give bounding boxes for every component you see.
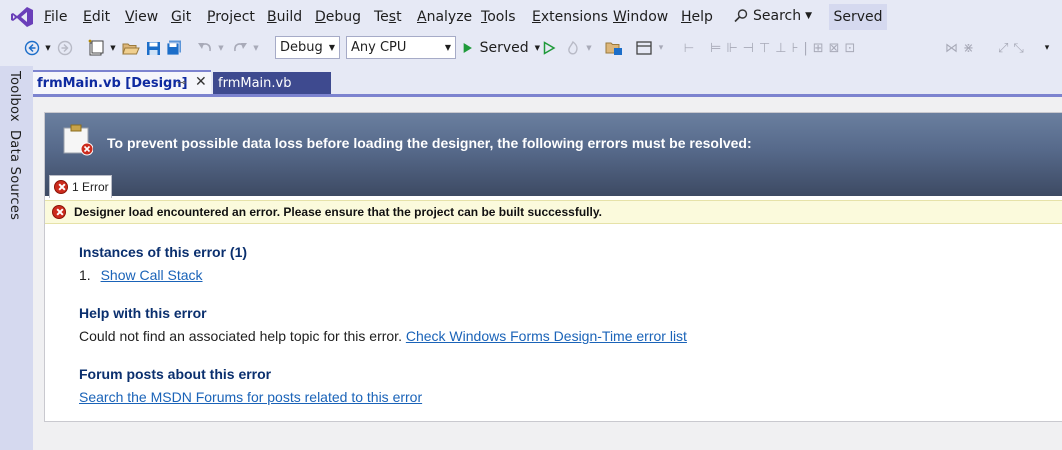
forum-row: Search the MSDN Forums for posts related… (79, 389, 422, 405)
menu-debug[interactable]: Debug (315, 9, 361, 25)
hot-reload-button[interactable] (563, 38, 583, 58)
error-header-title: To prevent possible data loss before loa… (107, 135, 752, 151)
standard-toolbar: ▼ ▼ ▼ ▼ Debug ▼ Any CPU ▼ Served ▼ ▼ ▾ ⊢… (0, 34, 1062, 62)
help-title: Help with this error (79, 305, 207, 321)
help-text: Could not find an associated help topic … (79, 328, 402, 344)
spacing-icons: ⋈⋇ (945, 40, 979, 56)
menu-bar: File Edit View Git Project Build Debug T… (0, 0, 1062, 34)
browse-folder-icon (605, 42, 622, 55)
menu-build[interactable]: Build (267, 9, 302, 25)
menu-extensions[interactable]: Extensions (532, 9, 608, 25)
menu-help[interactable]: Help (681, 9, 713, 25)
platform-value: Any CPU (351, 40, 407, 55)
chevron-down-icon: ▼ (444, 43, 451, 52)
browse-button[interactable] (603, 38, 625, 58)
error-icon (54, 180, 68, 194)
save-icon (146, 41, 160, 55)
pin-icon[interactable]: ⊸ (177, 76, 186, 89)
error-header: To prevent possible data loss before loa… (45, 113, 1062, 198)
new-project-dropdown-icon[interactable]: ▼ (108, 38, 118, 58)
designer-surface: To prevent possible data loss before loa… (33, 97, 1062, 450)
layout-button[interactable] (632, 38, 656, 58)
tool-window-strip: Toolbox Data Sources (0, 66, 33, 450)
chevron-down-icon: ▼ (328, 43, 335, 52)
new-project-icon (88, 39, 104, 56)
solution-platform-select[interactable]: Any CPU ▼ (346, 36, 456, 59)
tab-title: frmMain.vb [Design] (37, 76, 188, 91)
search-icon (734, 9, 748, 23)
window-layout-icon (636, 41, 652, 55)
back-icon (24, 40, 40, 56)
redo-button[interactable] (230, 38, 250, 58)
start-without-debugging-icon (543, 41, 556, 55)
tab-frmmain-design[interactable]: frmMain.vb [Design] ⊸ ✕ (33, 70, 211, 95)
document-tab-bar: frmMain.vb [Design] ⊸ ✕ frmMain.vb (33, 70, 1062, 95)
start-project-label: Served (479, 40, 529, 56)
data-sources-tab[interactable]: Data Sources (7, 130, 22, 220)
back-button[interactable] (22, 38, 42, 58)
menu-edit[interactable]: Edit (83, 9, 110, 25)
menu-window[interactable]: Window (613, 9, 668, 25)
tab-frmmain-code[interactable]: frmMain.vb (213, 72, 331, 95)
instances-title: Instances of this error (1) (79, 244, 248, 260)
chevron-down-icon: ▼ (805, 11, 813, 21)
redo-dropdown-icon[interactable]: ▼ (251, 38, 261, 58)
forward-button[interactable] (56, 38, 74, 58)
toolbox-tab[interactable]: Toolbox (7, 71, 22, 122)
redo-icon (234, 43, 247, 52)
align-grid-icon: ⊢ (683, 41, 695, 55)
undo-icon (198, 43, 211, 52)
menu-git[interactable]: Git (171, 9, 191, 25)
save-all-icon (166, 40, 181, 56)
back-dropdown-icon[interactable]: ▼ (43, 38, 53, 58)
error-count-tab[interactable]: 1 Error (49, 175, 112, 198)
error-message-bar: Designer load encountered an error. Plea… (45, 200, 1062, 224)
error-count-label: 1 Error (72, 180, 109, 194)
start-icon (463, 43, 472, 53)
design-time-error-list-link[interactable]: Check Windows Forms Design-Time error li… (406, 328, 687, 344)
start-debugging-button[interactable]: Served ▼ (462, 38, 540, 58)
forum-title: Forum posts about this error (79, 366, 272, 382)
close-icon[interactable]: ✕ (195, 74, 207, 90)
menu-project[interactable]: Project (207, 9, 255, 25)
new-project-button[interactable] (86, 38, 106, 58)
undo-dropdown-icon[interactable]: ▼ (216, 38, 226, 58)
instance-number: 1. (79, 267, 91, 283)
search-button[interactable]: Search ▼ (733, 4, 813, 28)
error-icon (52, 205, 66, 219)
solution-configuration-select[interactable]: Debug ▼ (275, 36, 340, 59)
configuration-value: Debug (280, 40, 323, 55)
visual-studio-logo-icon (11, 7, 33, 27)
menu-test[interactable]: Test (374, 9, 402, 25)
resize-icons: ⤢⤡ (998, 40, 1029, 56)
help-row: Could not find an associated help topic … (79, 328, 687, 344)
show-call-stack-link[interactable]: Show Call Stack (101, 267, 203, 283)
start-without-debugging-button[interactable] (540, 38, 558, 58)
menu-analyze[interactable]: Analyze (417, 9, 472, 25)
error-message: Designer load encountered an error. Plea… (74, 205, 602, 219)
search-label: Search (753, 8, 802, 24)
save-all-button[interactable] (165, 38, 183, 58)
open-button[interactable] (121, 38, 141, 58)
overflow-icon[interactable]: ▾ (656, 38, 666, 58)
hot-reload-icon (568, 40, 578, 55)
open-folder-icon (122, 43, 140, 55)
forward-icon (57, 40, 73, 56)
toolbar-overflow-icon[interactable]: ▾ (1041, 38, 1053, 58)
menu-view[interactable]: View (125, 9, 158, 25)
instance-row: 1. Show Call Stack (79, 267, 203, 283)
hot-reload-dropdown-icon[interactable]: ▼ (584, 38, 594, 58)
menu-file[interactable]: File (44, 9, 67, 25)
solution-name-badge[interactable]: Served (829, 4, 887, 30)
save-button[interactable] (144, 38, 162, 58)
error-panel: To prevent possible data loss before loa… (44, 112, 1062, 422)
undo-button[interactable] (195, 38, 215, 58)
layout-toolbar-disabled-icons: ⊨⊩⊣⊤⊥⊦|⊞⊠⊡ (710, 40, 861, 56)
clipboard-error-icon (63, 124, 93, 156)
msdn-forums-link[interactable]: Search the MSDN Forums for posts related… (79, 389, 422, 405)
menu-tools[interactable]: Tools (481, 9, 516, 25)
